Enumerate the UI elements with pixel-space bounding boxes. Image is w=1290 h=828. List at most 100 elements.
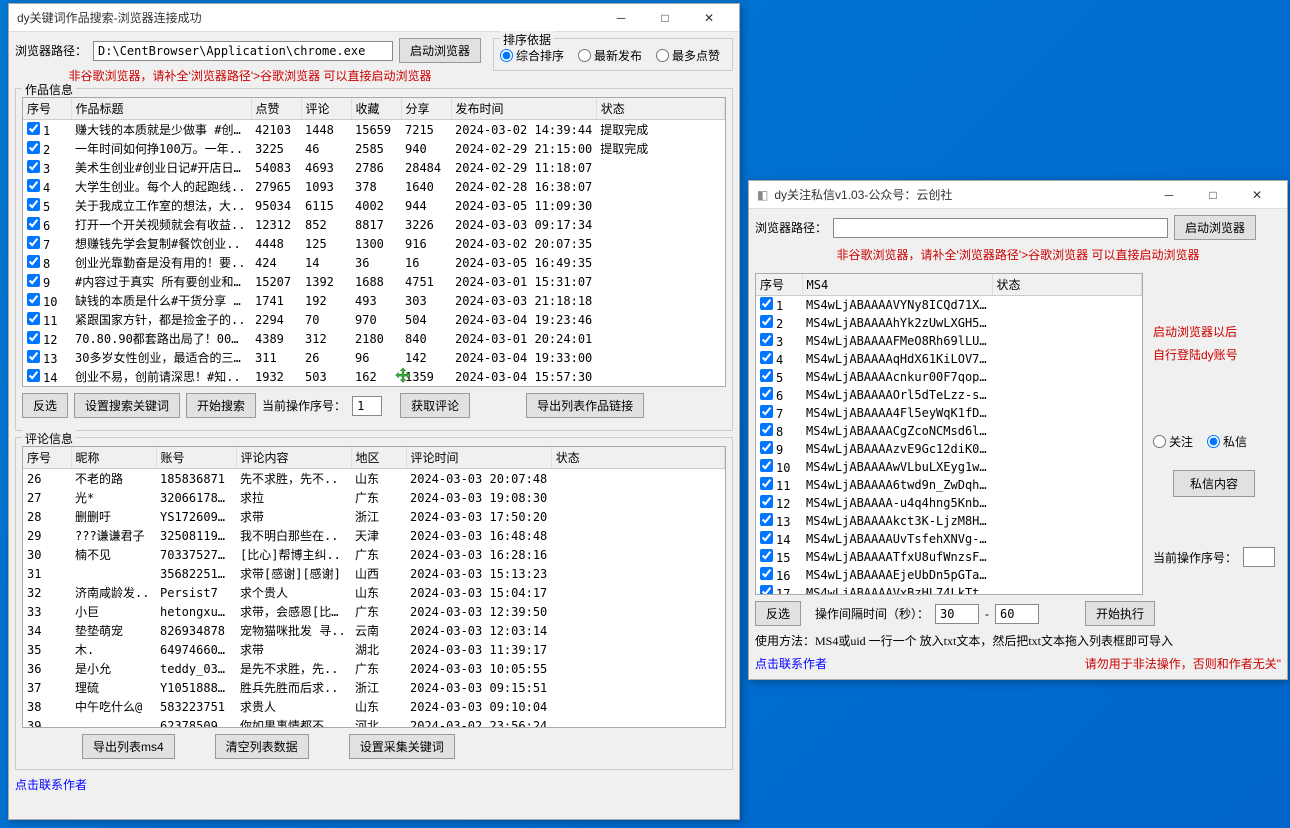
browser-path-input[interactable]	[93, 41, 393, 61]
m-col-seq[interactable]: 序号	[756, 274, 802, 296]
interval-min-input[interactable]	[935, 604, 979, 624]
row-checkbox[interactable]	[27, 255, 40, 268]
row-checkbox[interactable]	[27, 198, 40, 211]
row-checkbox[interactable]	[760, 297, 773, 310]
browser-path-input-2[interactable]	[833, 218, 1168, 238]
table-row[interactable]: 15#创业日记 #电商人 #电商创..1873921242024-03-05 0…	[23, 386, 725, 387]
m-col-status[interactable]: 状态	[992, 274, 1142, 296]
table-row[interactable]: 7想赚钱先学会复制#餐饮创业..444812513009162024-03-02…	[23, 234, 725, 253]
table-row[interactable]: 11紧跟国家方针，都是捡金子的..2294709705042024-03-04 …	[23, 310, 725, 329]
m-col-ms4[interactable]: MS4	[802, 274, 992, 296]
table-row[interactable]: 9#内容过于真实 所有要创业和..152071392168847512024-0…	[23, 272, 725, 291]
start-search-button[interactable]: 开始搜索	[186, 393, 256, 418]
row-checkbox[interactable]	[27, 122, 40, 135]
table-row[interactable]: 9MS4wLjABAAAAzvE9Gc12diK00x..	[756, 440, 1142, 458]
titlebar[interactable]: dy关键词作品搜索-浏览器连接成功 ─ □ ✕	[9, 4, 739, 32]
table-row[interactable]: 33小巨hetongxu..求带，会感恩[比心]广东2024-03-03 12:…	[23, 602, 725, 621]
maximize-button-2[interactable]: □	[1191, 181, 1235, 209]
interval-max-input[interactable]	[995, 604, 1039, 624]
table-row[interactable]: 6打开一个开关视频就会有收益..12312852881732262024-03-…	[23, 215, 725, 234]
row-checkbox[interactable]	[760, 441, 773, 454]
dm-radio[interactable]: 私信	[1207, 433, 1247, 450]
table-row[interactable]: 11MS4wLjABAAAA6twd9n_ZwDqhij..	[756, 476, 1142, 494]
reverse-select-button-2[interactable]: 反选	[755, 601, 801, 626]
c-col-seq[interactable]: 序号	[23, 447, 71, 469]
row-checkbox[interactable]	[760, 351, 773, 364]
row-checkbox[interactable]	[27, 179, 40, 192]
table-row[interactable]: 14创业不易，创前请深思！#知..193250316213592024-03-0…	[23, 367, 725, 386]
row-checkbox[interactable]	[760, 387, 773, 400]
set-keyword-button[interactable]: 设置搜索关键词	[74, 393, 180, 418]
table-row[interactable]: 1330多岁女性创业，最适合的三..31126961422024-03-04 1…	[23, 348, 725, 367]
table-row[interactable]: 27光*32066178464求拉广东2024-03-03 19:08:30	[23, 488, 725, 507]
table-row[interactable]: 1MS4wLjABAAAAVYNy8ICQd71X-n..	[756, 296, 1142, 315]
table-row[interactable]: 10MS4wLjABAAAAwVLbuLXEyg1w-x..	[756, 458, 1142, 476]
table-row[interactable]: 15MS4wLjABAAAATfxU8ufWnzsFbe..	[756, 548, 1142, 566]
table-row[interactable]: 4MS4wLjABAAAAqHdX61KiLOV7LE..	[756, 350, 1142, 368]
row-checkbox[interactable]	[27, 293, 40, 306]
table-row[interactable]: 16MS4wLjABAAAAEjeUbDn5pGTaTX..	[756, 566, 1142, 584]
ms4-table-wrap[interactable]: 序号 MS4 状态 1MS4wLjABAAAAVYNy8ICQd71X-n..2…	[755, 273, 1143, 595]
row-checkbox[interactable]	[760, 369, 773, 382]
table-row[interactable]: 7MS4wLjABAAAA4Fl5eyWqK1fDQM..	[756, 404, 1142, 422]
row-checkbox[interactable]	[760, 549, 773, 562]
table-row[interactable]: 2一年时间如何挣100万。一年..32254625859402024-02-29…	[23, 139, 725, 158]
table-row[interactable]: 35木.64974660336求带湖北2024-03-03 11:39:17	[23, 640, 725, 659]
col-like[interactable]: 点赞	[251, 98, 301, 120]
table-row[interactable]: 17MS4wLjABAAAAVxBzHL74LkTtrE..	[756, 584, 1142, 595]
reverse-select-button[interactable]: 反选	[22, 393, 68, 418]
minimize-button[interactable]: ─	[599, 4, 643, 32]
row-checkbox[interactable]	[27, 217, 40, 230]
col-share[interactable]: 分享	[401, 98, 451, 120]
table-row[interactable]: 2MS4wLjABAAAAhYk2zUwLXGH5BV..	[756, 314, 1142, 332]
table-row[interactable]: 1270.80.90都套路出局了！00后..438931221808402024…	[23, 329, 725, 348]
row-checkbox[interactable]	[27, 274, 40, 287]
sort-most-liked-radio[interactable]: 最多点赞	[656, 47, 720, 64]
start-exec-button[interactable]: 开始执行	[1085, 601, 1155, 626]
table-row[interactable]: 37理硫Y1051888327胜兵先胜而后求..浙江2024-03-03 09:…	[23, 678, 725, 697]
c-col-region[interactable]: 地区	[351, 447, 406, 469]
sort-comprehensive-radio[interactable]: 综合排序	[500, 47, 564, 64]
row-checkbox[interactable]	[760, 531, 773, 544]
maximize-button[interactable]: □	[643, 4, 687, 32]
col-fav[interactable]: 收藏	[351, 98, 401, 120]
table-row[interactable]: 14MS4wLjABAAAAUvTsfehXNVg-7Z..	[756, 530, 1142, 548]
table-row[interactable]: 3135682251837求带[感谢][感谢]山西2024-03-03 15:1…	[23, 564, 725, 583]
dm-content-button[interactable]: 私信内容	[1173, 470, 1255, 497]
launch-browser-button[interactable]: 启动浏览器	[399, 38, 481, 63]
current-seq-input[interactable]	[352, 396, 382, 416]
row-checkbox[interactable]	[760, 333, 773, 346]
launch-browser-button-2[interactable]: 启动浏览器	[1174, 215, 1256, 240]
table-row[interactable]: 12MS4wLjABAAAA-u4q4hng5Knb2h..	[756, 494, 1142, 512]
close-button-2[interactable]: ✕	[1235, 181, 1279, 209]
current-seq-input-2[interactable]	[1243, 547, 1275, 567]
row-checkbox[interactable]	[27, 369, 40, 382]
works-table-wrap[interactable]: 序号 作品标题 点赞 评论 收藏 分享 发布时间 状态 1赚大钱的本质就是少做事…	[22, 97, 726, 387]
col-comment[interactable]: 评论	[301, 98, 351, 120]
row-checkbox[interactable]	[760, 477, 773, 490]
row-checkbox[interactable]	[27, 160, 40, 173]
row-checkbox[interactable]	[760, 459, 773, 472]
c-col-content[interactable]: 评论内容	[236, 447, 351, 469]
row-checkbox[interactable]	[760, 585, 773, 595]
col-seq[interactable]: 序号	[23, 98, 71, 120]
row-checkbox[interactable]	[27, 350, 40, 363]
col-time[interactable]: 发布时间	[451, 98, 596, 120]
table-row[interactable]: 3MS4wLjABAAAAFMeO8Rh69lLUnd..	[756, 332, 1142, 350]
c-col-status[interactable]: 状态	[551, 447, 724, 469]
table-row[interactable]: 32济南咸龄发..Persist7求个贵人山东2024-03-03 15:04:…	[23, 583, 725, 602]
sort-newest-radio[interactable]: 最新发布	[578, 47, 642, 64]
table-row[interactable]: 8创业光靠勤奋是没有用的！要..4241436162024-03-05 16:4…	[23, 253, 725, 272]
comments-table-wrap[interactable]: 序号 昵称 账号 评论内容 地区 评论时间 状态 26不老的路185836871…	[22, 446, 726, 728]
contact-author-link-2[interactable]: 点击联系作者	[755, 655, 827, 672]
table-row[interactable]: 5关于我成立工作室的想法，大..95034611540029442024-03-…	[23, 196, 725, 215]
table-row[interactable]: 26不老的路185836871先不求胜，先不..山东2024-03-03 20:…	[23, 469, 725, 489]
row-checkbox[interactable]	[760, 513, 773, 526]
close-button[interactable]: ✕	[687, 4, 731, 32]
row-checkbox[interactable]	[27, 141, 40, 154]
row-checkbox[interactable]	[760, 495, 773, 508]
set-collect-keyword-button[interactable]: 设置采集关键词	[349, 734, 455, 759]
contact-author-link[interactable]: 点击联系作者	[15, 776, 733, 793]
row-checkbox[interactable]	[760, 315, 773, 328]
c-col-time[interactable]: 评论时间	[406, 447, 551, 469]
